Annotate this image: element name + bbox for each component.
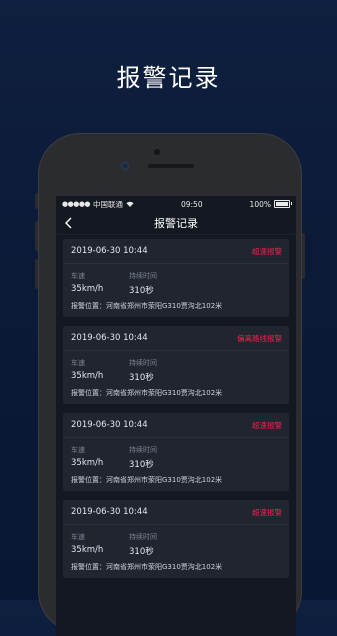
alarm-location: 报警位置：河南省郑州市荥阳G310贾沟北102米 (71, 563, 223, 571)
speed-value: 35km/h (71, 284, 104, 294)
duration-label: 持续时间 (129, 446, 157, 454)
volume-up-button (35, 221, 38, 251)
speed-value: 35km/h (71, 545, 104, 555)
battery-icon (274, 200, 292, 208)
nav-bar: 报警记录 (56, 212, 296, 235)
alarm-record-card[interactable]: 2019-06-30 10:44 偏离路线报警 车速 35km/h 持续时间 310… (63, 326, 289, 404)
page-title: 报警记录 (154, 217, 198, 230)
speed-value: 35km/h (71, 371, 104, 381)
silent-switch (35, 193, 38, 209)
front-camera (122, 163, 128, 169)
duration-label: 持续时间 (129, 359, 157, 367)
status-bar: ●●●●● 中国联通 09:50 100% (56, 196, 296, 212)
alarm-type-badge: 偏离路线报警 (237, 333, 282, 343)
speed-label: 车速 (71, 272, 85, 280)
speed-label: 车速 (71, 533, 85, 541)
duration-label: 持续时间 (129, 272, 157, 280)
phone-screen: ●●●●● 中国联通 09:50 100% 报警记录 2019-06-30 10… (56, 196, 296, 636)
speed-label: 车速 (71, 446, 85, 454)
duration-value: 310秒 (129, 547, 154, 557)
back-chevron-icon[interactable] (64, 217, 74, 229)
alarm-location: 报警位置：河南省郑州市荥阳G310贾沟北102米 (71, 389, 223, 397)
battery-percent: 100% (249, 199, 271, 209)
alarm-type-badge: 超速报警 (252, 420, 282, 430)
alarm-record-list: 2019-06-30 10:44 超速报警 车速 35km/h 持续时间 310秒 … (56, 235, 296, 578)
duration-value: 310秒 (129, 286, 154, 296)
record-time: 2019-06-30 10:44 (71, 333, 148, 343)
alarm-location: 报警位置：河南省郑州市荥阳G310贾沟北102米 (71, 476, 223, 484)
record-time: 2019-06-30 10:44 (71, 246, 148, 256)
alarm-record-card[interactable]: 2019-06-30 10:44 超速报警 车速 35km/h 持续时间 310秒 … (63, 500, 289, 578)
phone-frame: ●●●●● 中国联通 09:50 100% 报警记录 2019-06-30 10… (35, 133, 305, 636)
duration-label: 持续时间 (129, 533, 157, 541)
speed-label: 车速 (71, 359, 85, 367)
carrier-label: 中国联通 (93, 199, 124, 209)
speed-value: 35km/h (71, 458, 104, 468)
clock: 09:50 (180, 199, 203, 209)
volume-down-button (35, 259, 38, 289)
record-time: 2019-06-30 10:44 (71, 420, 148, 430)
alarm-record-card[interactable]: 2019-06-30 10:44 超速报警 车速 35km/h 持续时间 310秒 … (63, 239, 289, 317)
front-sensor (154, 149, 160, 155)
earpiece-speaker (148, 164, 194, 168)
duration-value: 310秒 (129, 373, 154, 383)
power-button (302, 233, 305, 279)
record-time: 2019-06-30 10:44 (71, 507, 148, 517)
wifi-icon (126, 201, 134, 207)
signal-icon: ●●●●● (62, 200, 91, 208)
alarm-type-badge: 超速报警 (252, 507, 282, 517)
duration-value: 310秒 (129, 460, 154, 470)
alarm-record-card[interactable]: 2019-06-30 10:44 超速报警 车速 35km/h 持续时间 310秒 … (63, 413, 289, 491)
promo-title: 报警记录 (116, 64, 221, 92)
alarm-type-badge: 超速报警 (252, 246, 282, 256)
alarm-location: 报警位置：河南省郑州市荥阳G310贾沟北102米 (71, 302, 223, 310)
